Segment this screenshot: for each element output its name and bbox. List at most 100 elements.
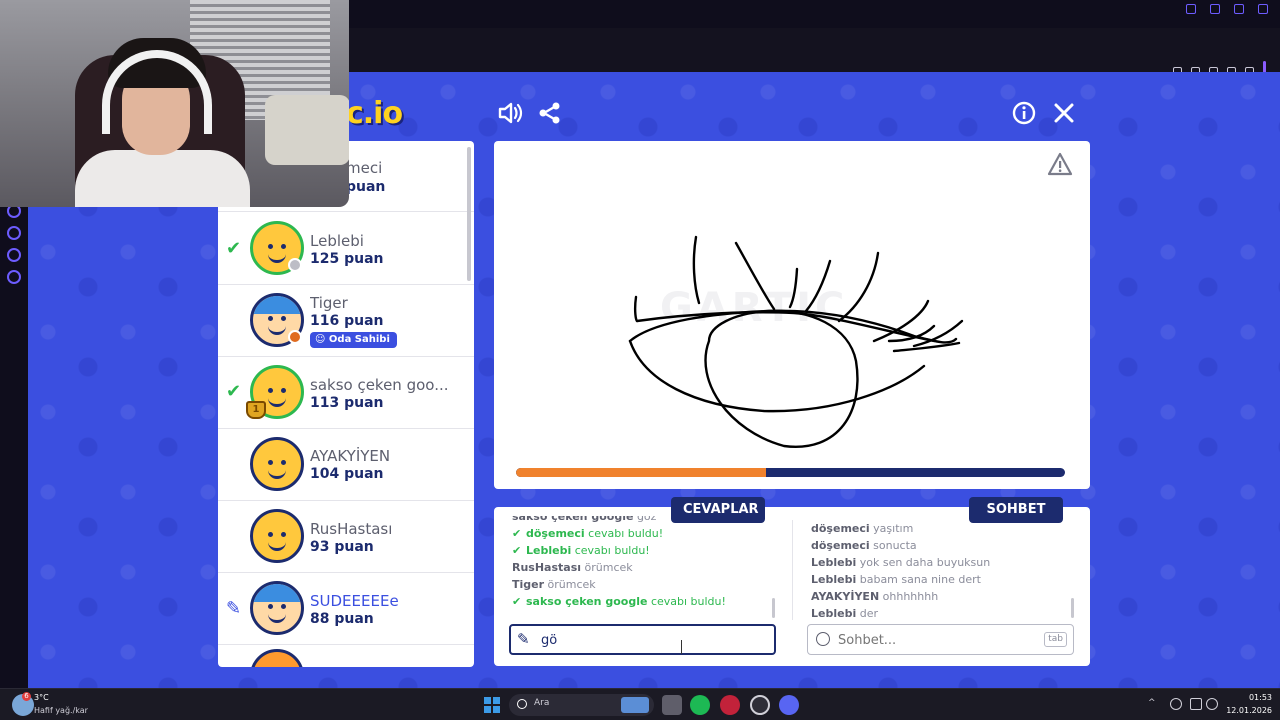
chat-message: AYAKYİYEN ohhhhhhh: [811, 588, 1073, 605]
share-icon[interactable]: [536, 99, 564, 127]
spotify-icon[interactable]: [690, 695, 710, 715]
taskbar-search[interactable]: Ara: [509, 694, 654, 716]
message-user: Leblebi: [811, 607, 857, 620]
player-score: 88 puan: [310, 611, 374, 627]
player-name: Tiger: [310, 294, 348, 312]
network-icon[interactable]: [1190, 698, 1202, 710]
message-user: döşemeci: [811, 539, 870, 552]
message-user: sakso çeken google: [512, 516, 634, 523]
extensions-icon[interactable]: [7, 248, 21, 262]
message-text: örümcek: [584, 561, 633, 574]
message-text: yaşıtım: [873, 522, 914, 535]
screen: GX c.io meci puan ✔ Leblebi 125 puan Tig…: [0, 0, 1280, 720]
opera-gx-icon[interactable]: [720, 695, 740, 715]
minimize-icon[interactable]: [1210, 4, 1220, 14]
chevron-up-icon[interactable]: ^: [1148, 698, 1160, 710]
avatar-partial: [250, 649, 304, 667]
answer-message: ✔ sakso çeken google cevabı buldu!: [512, 593, 780, 610]
player-name: AYAKYİYEN: [310, 447, 391, 465]
answer-input[interactable]: [541, 630, 769, 650]
message-text: cevabı buldu!: [574, 544, 650, 557]
text-cursor: [681, 640, 685, 654]
answer-message: ✔ döşemeci cevabı buldu!: [512, 525, 780, 542]
close-icon[interactable]: [1050, 99, 1078, 127]
status-dot: [288, 258, 302, 272]
message-user: Tiger: [512, 578, 545, 591]
game-logo[interactable]: c.io: [346, 96, 432, 131]
message-text: göz: [636, 516, 657, 523]
volume-icon[interactable]: [1206, 698, 1218, 710]
answers-scrollbar[interactable]: [772, 598, 775, 618]
message-user: RusHastası: [512, 561, 582, 574]
player-score: 125 puan: [310, 251, 384, 267]
badge-label: Oda Sahibi: [328, 334, 390, 345]
owner-icon: ☺: [315, 334, 329, 345]
microphone-icon[interactable]: [1170, 698, 1182, 710]
player-list-scrollbar[interactable]: [467, 147, 471, 281]
answers-list: sakso çeken google göz ✔ döşemeci cevabı b…: [512, 516, 780, 620]
avatar: [250, 509, 304, 563]
speaker-icon[interactable]: [496, 99, 524, 127]
chat-message: döşemeci yaşıtım: [811, 520, 1073, 537]
chat-scrollbar[interactable]: [1071, 598, 1074, 618]
warning-icon[interactable]: [1047, 152, 1073, 176]
restore-icon[interactable]: [1234, 4, 1244, 14]
app-icon[interactable]: [750, 695, 770, 715]
round-timer-fill: [516, 468, 766, 477]
player-row[interactable]: Tiger 116 puan ☺ Oda Sahibi: [218, 285, 474, 357]
player-row[interactable]: AYAKYİYEN 104 puan: [218, 429, 474, 501]
weather-badge: 6: [22, 692, 31, 701]
temperature: 3°C: [34, 693, 49, 702]
search-icon: [517, 699, 527, 709]
guessed-check-icon: ✔: [226, 238, 242, 259]
chat-list: döşemeci yaşıtım döşemeci sonucta Leblebi …: [811, 520, 1073, 620]
message-user: Leblebi: [526, 544, 572, 557]
chat-bubble-icon: [816, 632, 830, 646]
task-view-icon[interactable]: [662, 695, 682, 715]
message-user: Leblebi: [811, 556, 857, 569]
player-row[interactable]: RusHastası 93 puan: [218, 501, 474, 573]
drawing-pencil-icon: ✎: [226, 598, 242, 619]
pencil-icon: ✎: [517, 630, 530, 648]
answer-message: sakso çeken google göz: [512, 516, 780, 525]
avatar: [250, 581, 304, 635]
player-score: puan: [346, 179, 386, 195]
player-score: 104 puan: [310, 466, 384, 482]
clock-date: 12.01.2026: [1226, 706, 1272, 715]
close-window-icon[interactable]: [1258, 4, 1268, 14]
player-score: 113 puan: [310, 395, 384, 411]
player-name: SUDEEEEEe: [310, 592, 399, 610]
drawing-strokes: [628, 235, 964, 448]
message-user: AYAKYİYEN: [811, 590, 880, 603]
history-icon[interactable]: [7, 226, 21, 240]
answer-field[interactable]: ✎: [509, 624, 776, 655]
player-row[interactable]: ✔ Leblebi 125 puan: [218, 213, 474, 285]
player-row[interactable]: ✔ 1 sakso çeken goo... 113 puan: [218, 357, 474, 429]
discord-icon[interactable]: [779, 695, 799, 715]
chat-field[interactable]: tab: [807, 624, 1074, 655]
player-row[interactable]: ✎ SUDEEEEEe 88 puan: [218, 573, 474, 645]
round-timer-bar: [516, 468, 1065, 477]
panel-divider: [792, 520, 793, 620]
answer-message: RusHastası örümcek: [512, 559, 780, 576]
message-text: yok sen daha buyuksun: [859, 556, 991, 569]
player-name: RusHastası: [310, 520, 393, 538]
webcam-pillow: [265, 95, 349, 165]
message-user: Leblebi: [811, 573, 857, 586]
taskbar: 6 3°C Hafif yağ./kar Ara ^ 01:53 12.01.2…: [0, 688, 1280, 720]
found-check-icon: ✔: [512, 595, 522, 608]
message-text: babam sana nine dert: [859, 573, 981, 586]
search-icon[interactable]: [1186, 4, 1196, 14]
info-icon[interactable]: [1010, 99, 1038, 127]
avatar: [250, 437, 304, 491]
windows-start-icon[interactable]: [484, 697, 500, 713]
chat-input[interactable]: [838, 630, 1028, 650]
player-score: 93 puan: [310, 539, 374, 555]
found-check-icon: ✔: [512, 544, 522, 557]
clock-time: 01:53: [1248, 693, 1272, 702]
webcam-overlay: [0, 0, 349, 207]
message-text: cevabı buldu!: [588, 527, 664, 540]
player-score: 116 puan: [310, 313, 384, 329]
settings-icon[interactable]: [7, 270, 21, 284]
found-check-icon: ✔: [512, 527, 522, 540]
